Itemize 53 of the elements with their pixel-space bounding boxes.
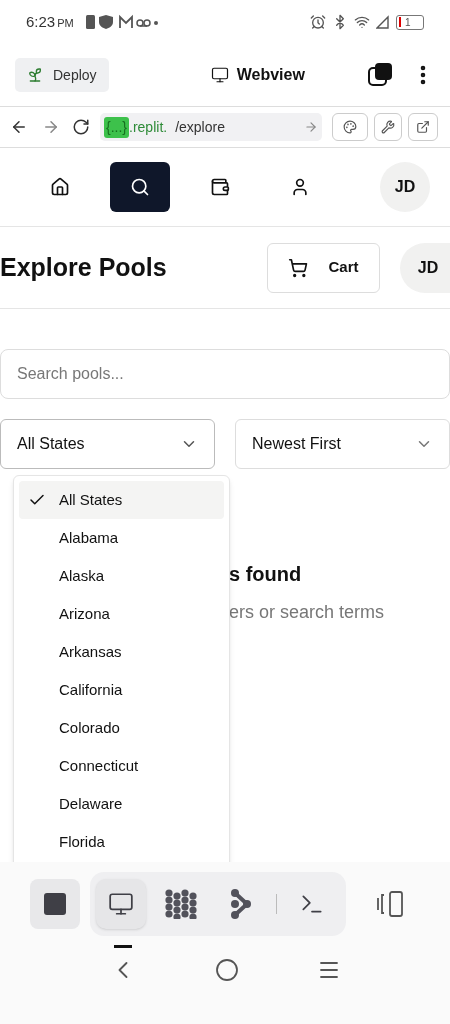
preview-tab[interactable] [96, 879, 146, 929]
palette-button[interactable] [332, 113, 368, 141]
dropdown-option[interactable]: All States [19, 481, 224, 519]
clock-time: 6:23 PM [26, 11, 74, 32]
window-title: Webview [236, 65, 305, 85]
empty-state-heading: s found [229, 562, 303, 587]
dropdown-option[interactable]: Alaska [19, 557, 224, 595]
monitor-icon [210, 66, 229, 84]
dropdown-option[interactable]: Colorado [19, 709, 224, 747]
page-title: Explore Pools [0, 251, 167, 283]
forward-icon[interactable] [42, 118, 60, 136]
cart-icon [288, 257, 309, 278]
home-icon [50, 177, 70, 197]
active-tab-indicator [114, 945, 132, 948]
search-icon [130, 177, 150, 197]
battery-indicator: 1 [396, 14, 424, 30]
empty-state-hint: ers or search terms [229, 601, 386, 624]
reload-icon[interactable] [72, 118, 90, 136]
external-link-icon [416, 120, 430, 134]
stop-button[interactable] [30, 879, 80, 929]
search-tab[interactable] [110, 162, 170, 212]
wifi-icon [354, 14, 370, 30]
user-avatar[interactable]: JD [400, 242, 450, 293]
cart-button[interactable]: Cart [267, 242, 380, 293]
dropdown-option[interactable]: Florida [19, 823, 224, 861]
signal-icon [376, 15, 390, 29]
dropdown-option[interactable]: Connecticut [19, 747, 224, 785]
dropdown-option[interactable]: Arizona [19, 595, 224, 633]
dropdown-option[interactable]: Alabama [19, 519, 224, 557]
branch-nodes-icon [230, 889, 252, 919]
home-icon[interactable] [215, 958, 239, 982]
back-icon[interactable] [10, 118, 28, 136]
user-avatar[interactable]: JD [380, 162, 430, 212]
alarm-icon [310, 14, 326, 30]
dropdown-option[interactable]: Arkansas [19, 633, 224, 671]
tabs-icon[interactable] [367, 62, 393, 88]
split-view-icon[interactable] [376, 890, 406, 918]
palette-icon [343, 120, 357, 134]
select-dropdown[interactable]: All States [0, 419, 215, 469]
dropdown-option[interactable]: California [19, 671, 224, 709]
deploy-button[interactable]: Deploy [15, 58, 109, 92]
wrench-icon [381, 120, 395, 134]
select-dropdown[interactable]: Newest First [235, 419, 450, 469]
external-link-button[interactable] [408, 113, 438, 141]
monitor-icon [108, 891, 134, 917]
sprout-icon [27, 67, 43, 83]
user-icon [290, 177, 310, 197]
wallet-icon [210, 177, 230, 197]
dropdown-option[interactable]: Delaware [19, 785, 224, 823]
search-field[interactable]: Search pools... [0, 349, 450, 399]
wrench-button[interactable] [374, 113, 402, 141]
url-field[interactable]: {...}.replit. /explore [100, 113, 322, 141]
dots-grid-icon [165, 889, 197, 919]
